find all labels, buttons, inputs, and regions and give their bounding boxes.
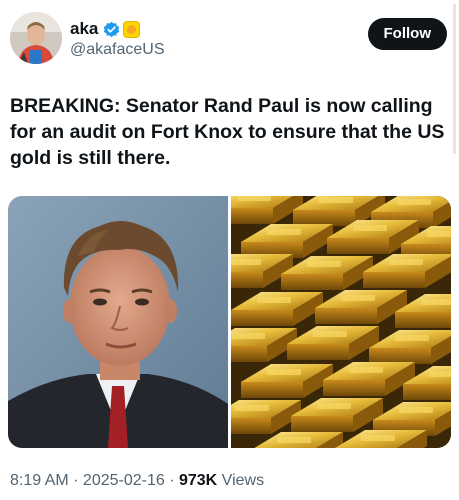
tweet-time[interactable]: 8:19 AM [10, 472, 69, 489]
affiliate-badge-icon[interactable] [123, 20, 141, 38]
views-label: Views [217, 472, 265, 489]
follow-button[interactable]: Follow [367, 18, 447, 50]
tweet-meta: 8:19 AM · 2025-02-16 · 973K Views [10, 472, 264, 490]
views-count[interactable]: 973K [179, 472, 217, 489]
meta-separator-2: · [164, 472, 179, 489]
tweet-date[interactable]: 2025-02-16 [83, 472, 165, 489]
display-name[interactable]: aka [70, 19, 98, 39]
portrait-photo[interactable] [8, 196, 228, 448]
gold-bars-image [231, 196, 451, 448]
avatar[interactable] [10, 12, 62, 64]
avatar-image [10, 12, 62, 64]
portrait-image [8, 196, 228, 448]
verified-badge-icon [104, 21, 120, 37]
tweet-text: BREAKING: Senator Rand Paul is now calli… [10, 95, 445, 169]
media-grid [8, 196, 451, 448]
meta-separator: · [68, 472, 83, 489]
gold-bars-photo[interactable] [231, 196, 451, 448]
handle[interactable]: @akafaceUS [70, 41, 165, 59]
scrollbar[interactable] [453, 4, 456, 154]
tweet-header: aka @akafaceUS Follow [10, 12, 449, 68]
author-names: aka @akafaceUS [70, 18, 165, 59]
